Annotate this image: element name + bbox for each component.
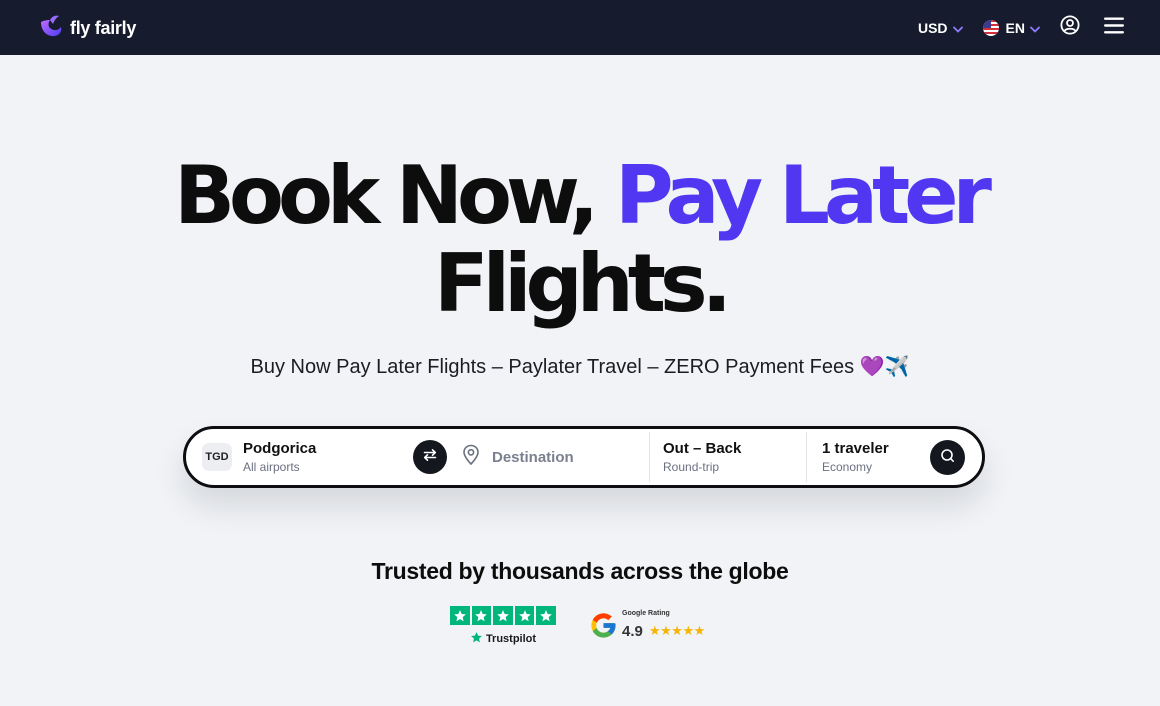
star-icon [536,606,556,625]
currency-selector[interactable]: USD [918,20,963,36]
language-label: EN [1005,19,1025,36]
google-rating-score: 4.9 [622,623,643,640]
destination-input[interactable] [492,448,642,466]
flight-search-bar: TGD Podgorica All airports Out – Back Ro… [183,426,985,488]
top-navbar: fly fairly USD EN [0,0,1160,55]
logo-text: fly fairly [70,17,137,38]
trip-type-label: Round-trip [663,459,720,474]
google-rating[interactable]: Google Rating 4.9 ★★★★★ [589,608,719,642]
destination-field[interactable] [462,429,648,485]
currency-label: USD [917,19,948,36]
google-rating-stars: ★★★★★ [649,623,705,638]
origin-iata-badge: TGD [202,443,232,471]
google-rating-caption: Google Rating [622,610,670,617]
trustpilot-star-icon [470,631,483,647]
account-icon [1060,15,1080,40]
travelers-count: 1 traveler [822,439,889,457]
search-divider [649,432,650,482]
swap-locations-button[interactable] [413,440,447,474]
menu-button[interactable] [1104,17,1124,39]
swap-arrows-icon [422,447,438,468]
origin-field[interactable]: TGD Podgorica All airports [202,429,412,485]
trustpilot-label: Trustpilot [485,633,537,645]
hamburger-menu-icon [1104,17,1124,39]
origin-city: Podgorica [243,439,317,457]
hero-title-part2: Flights. [434,237,732,330]
us-flag-icon [982,19,999,36]
travelers-field[interactable]: 1 traveler Economy [822,429,932,485]
trustpilot-stars [450,606,556,625]
site-logo[interactable]: fly fairly [38,13,136,43]
trustpilot-rating[interactable]: Trustpilot [450,606,556,647]
star-icon [471,606,492,625]
dates-field[interactable]: Out – Back Round-trip [663,429,803,485]
hero-title: Book Now, Pay Later Flights. [0,152,1160,328]
chevron-down-icon [1030,20,1040,36]
trust-heading: Trusted by thousands across the globe [371,558,789,584]
google-logo-icon [589,611,618,645]
language-selector[interactable]: EN [982,19,1040,36]
search-button[interactable] [930,440,965,475]
search-divider [806,432,807,482]
dates-main-label: Out – Back [663,439,742,457]
star-icon [514,606,535,625]
account-button[interactable] [1060,15,1080,40]
location-pin-icon [462,444,480,471]
origin-subtext: All airports [243,459,300,474]
cabin-class-label: Economy [822,459,873,474]
search-icon [940,448,955,468]
chevron-down-icon [952,20,963,36]
star-icon [493,606,513,625]
hero-title-part1: Book Now, [174,149,599,242]
bird-logo-icon [38,13,63,43]
hero-subtitle: Buy Now Pay Later Flights – Paylater Tra… [250,356,910,378]
star-icon [450,606,470,625]
hero-title-accent: Pay Later [614,149,992,242]
